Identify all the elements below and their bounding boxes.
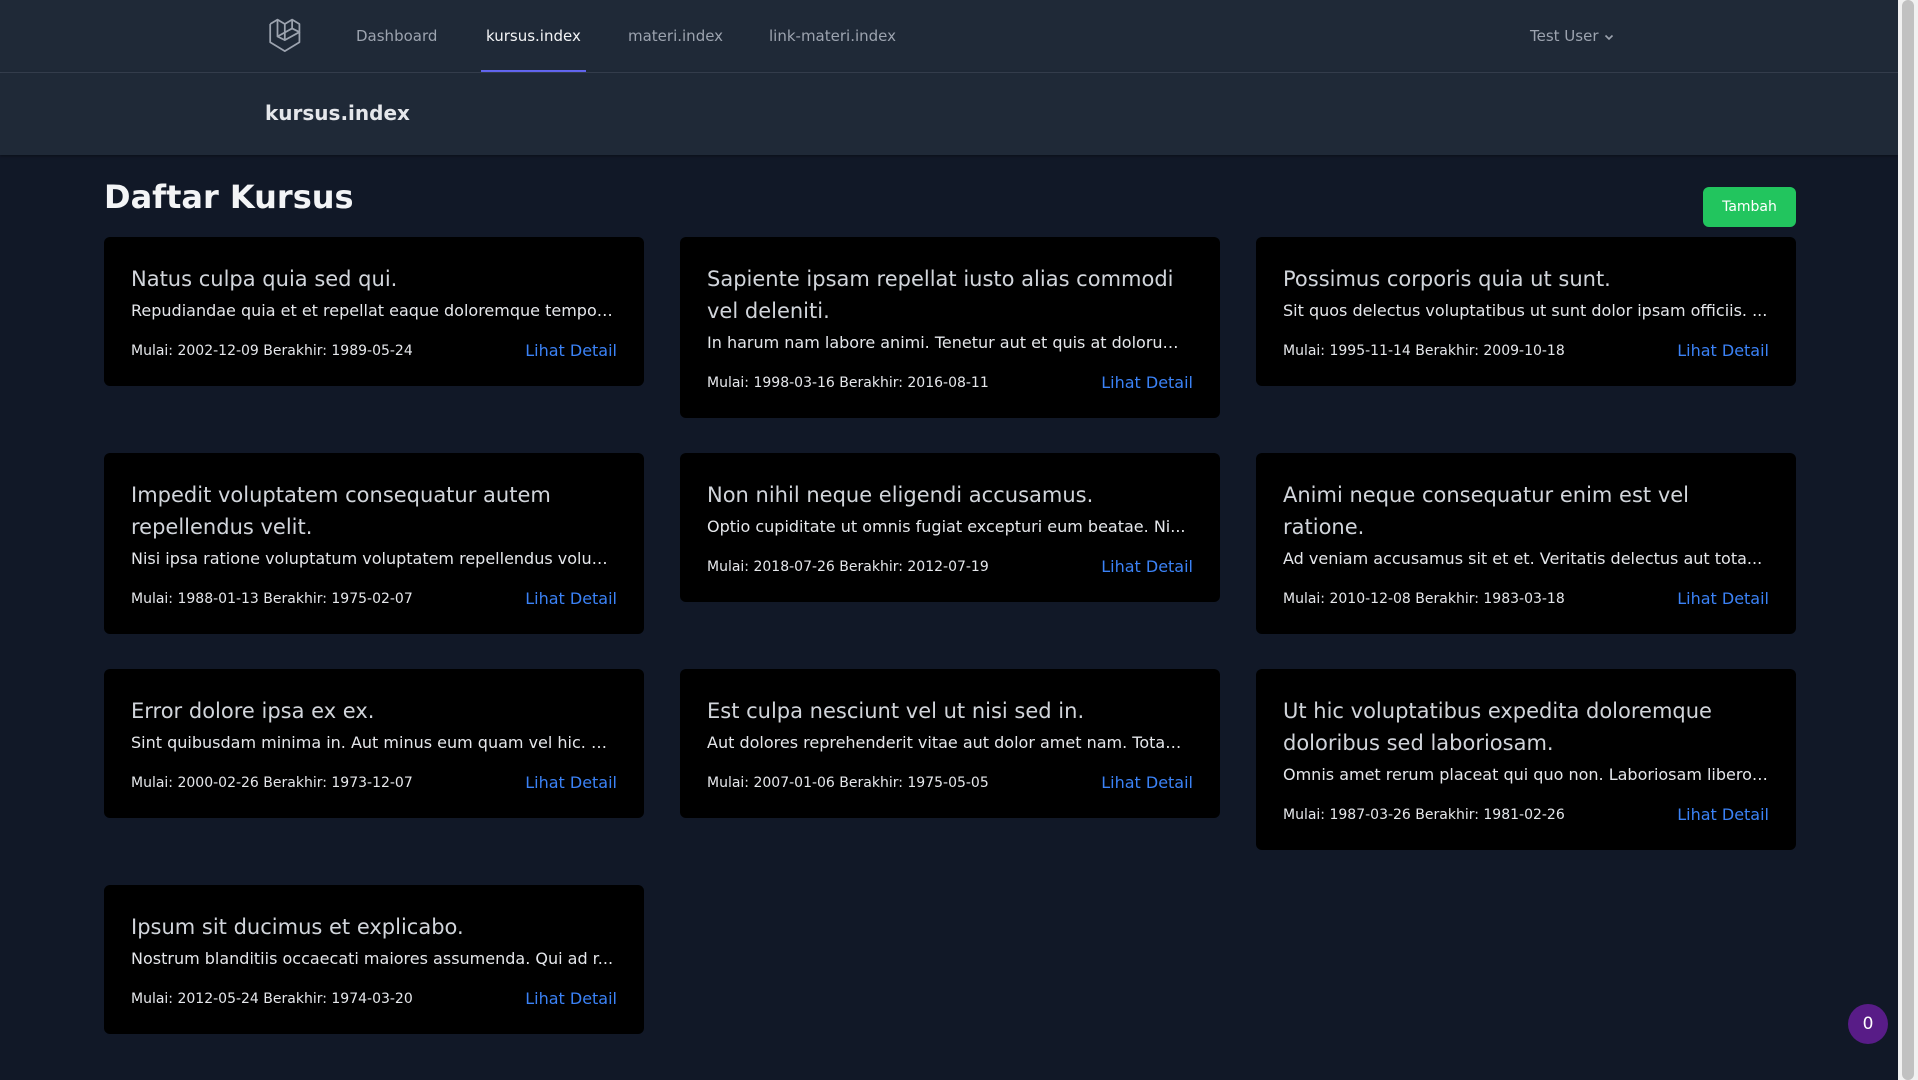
course-title: Sapiente ipsam repellat iusto alias comm… (707, 267, 1174, 323)
course-title: Non nihil neque eligendi accusamus. (707, 483, 1094, 507)
view-detail-link[interactable]: Lihat Detail (1101, 373, 1193, 392)
course-card: Natus culpa quia sed qui. Repudiandae qu… (104, 237, 644, 386)
course-dates: Mulai: 2002-12-09 Berakhir: 1989-05-24 (131, 342, 413, 359)
nav-link-dashboard[interactable]: Dashboard (356, 0, 437, 72)
notification-count-badge[interactable]: 0 (1848, 1004, 1888, 1044)
course-description: Sint quibusdam minima in. Aut minus eum … (131, 733, 617, 752)
course-title: Animi neque consequatur enim est vel rat… (1283, 483, 1690, 539)
view-detail-link[interactable]: Lihat Detail (525, 341, 617, 360)
nav-link-link-materi[interactable]: link-materi.index (769, 0, 896, 72)
course-card: Animi neque consequatur enim est vel rat… (1256, 453, 1796, 634)
course-description: Aut dolores reprehenderit vitae aut dolo… (707, 733, 1193, 752)
course-dates: Mulai: 1988-01-13 Berakhir: 1975-02-07 (131, 590, 413, 607)
course-card: Error dolore ipsa ex ex. Sint quibusdam … (104, 669, 644, 818)
page-title: Daftar Kursus (104, 178, 354, 216)
course-card: Non nihil neque eligendi accusamus. Opti… (680, 453, 1220, 602)
top-navigation: Dashboard kursus.index materi.index link… (0, 0, 1898, 73)
laravel-logo-icon[interactable] (268, 16, 306, 54)
course-dates: Mulai: 2007-01-06 Berakhir: 1975-05-05 (707, 774, 989, 791)
scrollbar-thumb[interactable] (1902, 0, 1914, 1080)
course-title: Ut hic voluptatibus expedita doloremque … (1283, 699, 1712, 755)
course-title: Natus culpa quia sed qui. (131, 267, 398, 291)
course-description: Optio cupiditate ut omnis fugiat exceptu… (707, 517, 1186, 536)
vertical-scrollbar[interactable] (1898, 0, 1918, 1080)
view-detail-link[interactable]: Lihat Detail (525, 989, 617, 1008)
course-title: Error dolore ipsa ex ex. (131, 699, 375, 723)
course-card: Ut hic voluptatibus expedita doloremque … (1256, 669, 1796, 850)
course-description: Nisi ipsa ratione voluptatum voluptatem … (131, 549, 617, 568)
user-menu-dropdown[interactable]: Test User (1530, 0, 1615, 72)
course-title: Impedit voluptatem consequatur autem rep… (131, 483, 551, 539)
add-course-button[interactable]: Tambah (1703, 187, 1796, 227)
course-dates: Mulai: 2018-07-26 Berakhir: 2012-07-19 (707, 558, 989, 575)
course-card: Sapiente ipsam repellat iusto alias comm… (680, 237, 1220, 418)
view-detail-link[interactable]: Lihat Detail (1677, 341, 1769, 360)
header-title: kursus.index (265, 101, 410, 125)
course-card: Possimus corporis quia ut sunt. Sit quos… (1256, 237, 1796, 386)
user-name: Test User (1530, 27, 1599, 45)
course-card: Ipsum sit ducimus et explicabo. Nostrum … (104, 885, 644, 1034)
view-detail-link[interactable]: Lihat Detail (1677, 805, 1769, 824)
chevron-down-icon (1604, 34, 1613, 40)
course-description: Repudiandae quia et et repellat eaque do… (131, 301, 617, 320)
course-card: Est culpa nesciunt vel ut nisi sed in. A… (680, 669, 1220, 818)
course-dates: Mulai: 1987-03-26 Berakhir: 1981-02-26 (1283, 806, 1565, 823)
nav-link-kursus[interactable]: kursus.index (481, 0, 586, 72)
view-detail-link[interactable]: Lihat Detail (1677, 589, 1769, 608)
course-title: Ipsum sit ducimus et explicabo. (131, 915, 464, 939)
course-title: Est culpa nesciunt vel ut nisi sed in. (707, 699, 1085, 723)
view-detail-link[interactable]: Lihat Detail (1101, 773, 1193, 792)
course-dates: Mulai: 2010-12-08 Berakhir: 1983-03-18 (1283, 590, 1565, 607)
course-description: Omnis amet rerum placeat qui quo non. La… (1283, 765, 1769, 784)
view-detail-link[interactable]: Lihat Detail (525, 589, 617, 608)
course-card: Impedit voluptatem consequatur autem rep… (104, 453, 644, 634)
view-detail-link[interactable]: Lihat Detail (1101, 557, 1193, 576)
course-dates: Mulai: 1998-03-16 Berakhir: 2016-08-11 (707, 374, 989, 391)
page-header: kursus.index (0, 73, 1898, 155)
course-dates: Mulai: 2000-02-26 Berakhir: 1973-12-07 (131, 774, 413, 791)
course-description: Sit quos delectus voluptatibus ut sunt d… (1283, 301, 1768, 320)
course-dates: Mulai: 1995-11-14 Berakhir: 2009-10-18 (1283, 342, 1565, 359)
nav-link-materi[interactable]: materi.index (628, 0, 723, 72)
course-title: Possimus corporis quia ut sunt. (1283, 267, 1611, 291)
course-description: Ad veniam accusamus sit et et. Veritatis… (1283, 549, 1763, 568)
course-dates: Mulai: 2012-05-24 Berakhir: 1974-03-20 (131, 990, 413, 1007)
course-description: In harum nam labore animi. Tenetur aut e… (707, 333, 1193, 352)
view-detail-link[interactable]: Lihat Detail (525, 773, 617, 792)
course-description: Nostrum blanditiis occaecati maiores ass… (131, 949, 614, 968)
